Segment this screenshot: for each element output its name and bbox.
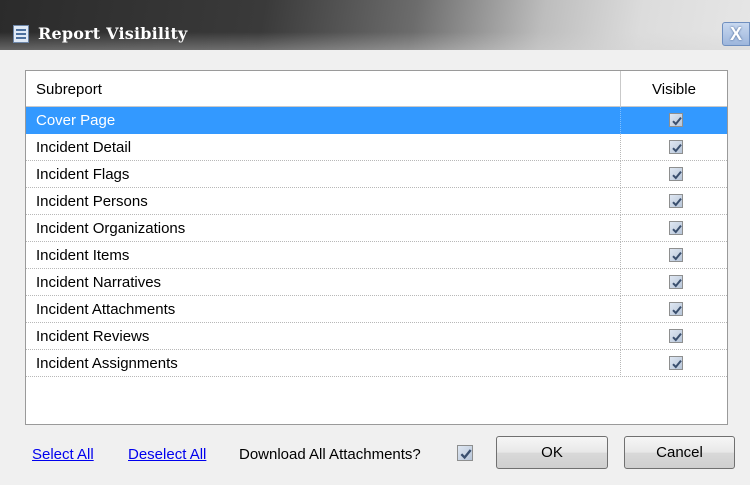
cell-divider [620,296,621,323]
table-row[interactable]: Incident Assignments [26,350,727,377]
cell-divider [620,215,621,242]
visible-checkbox[interactable] [669,302,683,316]
subreport-grid: Subreport Visible Cover Page Incident Det… [25,70,728,425]
cell-divider [620,161,621,188]
table-row[interactable]: Incident Reviews [26,323,727,350]
cell-divider [620,134,621,161]
cell-divider [620,188,621,215]
table-row[interactable]: Cover Page [26,107,727,134]
column-header-subreport[interactable]: Subreport [36,81,102,98]
visible-checkbox[interactable] [669,329,683,343]
select-all-link[interactable]: Select All [32,446,94,463]
close-icon: X [729,24,742,44]
visible-checkbox[interactable] [669,248,683,262]
visible-checkbox[interactable] [669,167,683,181]
checkmark-icon [460,449,472,460]
table-row[interactable]: Incident Flags [26,161,727,188]
grid-header: Subreport Visible [26,71,727,107]
deselect-all-link[interactable]: Deselect All [128,446,206,463]
subreport-name: Incident Persons [36,193,148,210]
table-row[interactable]: Incident Organizations [26,215,727,242]
subreport-name: Incident Narratives [36,274,162,291]
dialog-title: Report Visibility [38,24,188,43]
close-button[interactable]: X [722,22,750,46]
subreport-name: Incident Assignments [36,355,178,372]
table-row[interactable]: Incident Items [26,242,727,269]
cell-divider [620,242,621,269]
subreport-name: Incident Flags [36,166,130,183]
table-row[interactable]: Incident Attachments [26,296,727,323]
subreport-name: Incident Items [36,247,130,264]
cell-divider [620,269,621,296]
visible-checkbox[interactable] [669,356,683,370]
ok-button[interactable]: OK [496,436,608,469]
visible-checkbox[interactable] [669,140,683,154]
cell-divider [620,323,621,350]
grid-rows: Cover Page Incident Detail Incident Flags I… [26,107,727,377]
cell-divider [620,107,621,134]
column-header-visible[interactable]: Visible [621,81,727,98]
cancel-button[interactable]: Cancel [624,436,735,469]
subreport-name: Incident Organizations [36,220,186,237]
subreport-name: Cover Page [36,112,116,129]
table-row[interactable]: Incident Narratives [26,269,727,296]
report-visibility-dialog: Report Visibility X Subreport Visible Co… [0,0,750,485]
visible-checkbox[interactable] [669,113,683,127]
subreport-name: Incident Attachments [36,301,176,318]
download-attachments-checkbox[interactable] [457,445,473,461]
visible-checkbox[interactable] [669,275,683,289]
table-row[interactable]: Incident Detail [26,134,727,161]
report-icon [13,25,29,43]
subreport-name: Incident Reviews [36,328,150,345]
subreport-name: Incident Detail [36,139,132,156]
cell-divider [620,350,621,377]
visible-checkbox[interactable] [669,221,683,235]
download-attachments-label: Download All Attachments? [239,446,421,463]
visible-checkbox[interactable] [669,194,683,208]
title-bar[interactable]: Report Visibility X [0,0,750,50]
table-row[interactable]: Incident Persons [26,188,727,215]
